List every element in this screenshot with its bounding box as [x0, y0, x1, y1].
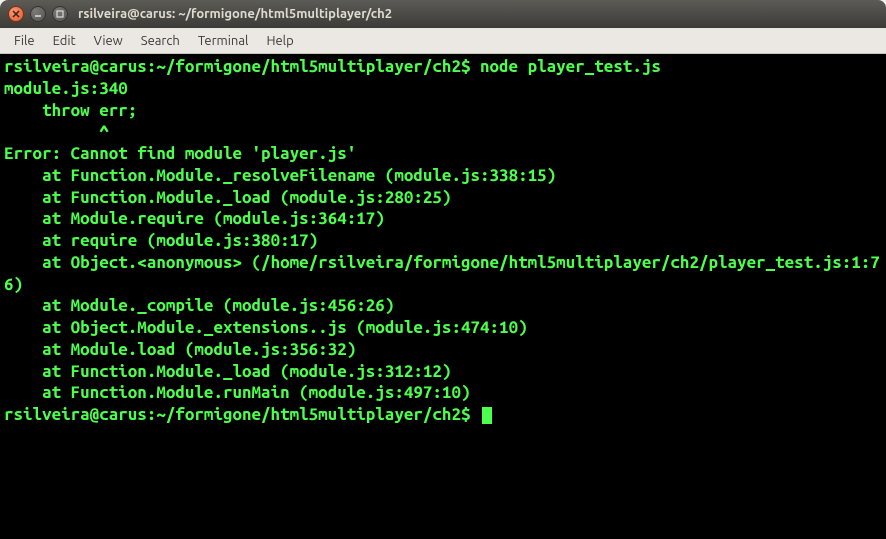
menu-help[interactable]: Help [258, 31, 301, 51]
cursor-icon [482, 407, 492, 424]
terminal-line: at Module._compile (module.js:456:26) [4, 295, 882, 317]
menu-edit[interactable]: Edit [45, 31, 84, 51]
menu-view[interactable]: View [86, 31, 131, 51]
terminal-line: at Function.Module.runMain (module.js:49… [4, 382, 882, 404]
terminal-line: ^ [4, 121, 882, 143]
window-title: rsilveira@carus: ~/formigone/html5multip… [78, 7, 392, 21]
menu-file[interactable]: File [6, 31, 43, 51]
maximize-icon [56, 10, 64, 18]
terminal-line: at require (module.js:380:17) [4, 230, 882, 252]
terminal-line: at Function.Module._load (module.js:312:… [4, 361, 882, 383]
terminal-line: at Module.load (module.js:356:32) [4, 339, 882, 361]
menubar: File Edit View Search Terminal Help [0, 28, 886, 54]
terminal-line: Error: Cannot find module 'player.js' [4, 143, 882, 165]
terminal-line: module.js:340 [4, 78, 882, 100]
terminal-line: at Object.<anonymous> (/home/rsilveira/f… [4, 252, 882, 296]
minimize-button[interactable] [30, 6, 46, 22]
terminal-line: at Module.require (module.js:364:17) [4, 208, 882, 230]
terminal-line: at Object.Module._extensions..js (module… [4, 317, 882, 339]
menu-terminal[interactable]: Terminal [190, 31, 257, 51]
terminal-line: at Function.Module._resolveFilename (mod… [4, 165, 882, 187]
terminal-line: at Function.Module._load (module.js:280:… [4, 187, 882, 209]
menu-search[interactable]: Search [133, 31, 188, 51]
terminal-line: rsilveira@carus:~/formigone/html5multipl… [4, 404, 882, 426]
close-button[interactable] [8, 6, 24, 22]
minimize-icon [34, 10, 42, 18]
command: node player_test.js [480, 57, 661, 76]
close-icon [12, 10, 20, 18]
prompt: rsilveira@carus:~/formigone/html5multipl… [4, 405, 480, 424]
terminal-area[interactable]: rsilveira@carus:~/formigone/html5multipl… [0, 54, 886, 539]
maximize-button[interactable] [52, 6, 68, 22]
prompt: rsilveira@carus:~/formigone/html5multipl… [4, 57, 480, 76]
terminal-line: throw err; [4, 100, 882, 122]
window-titlebar: rsilveira@carus: ~/formigone/html5multip… [0, 0, 886, 28]
window-controls [8, 6, 68, 22]
terminal-line: rsilveira@carus:~/formigone/html5multipl… [4, 56, 882, 78]
